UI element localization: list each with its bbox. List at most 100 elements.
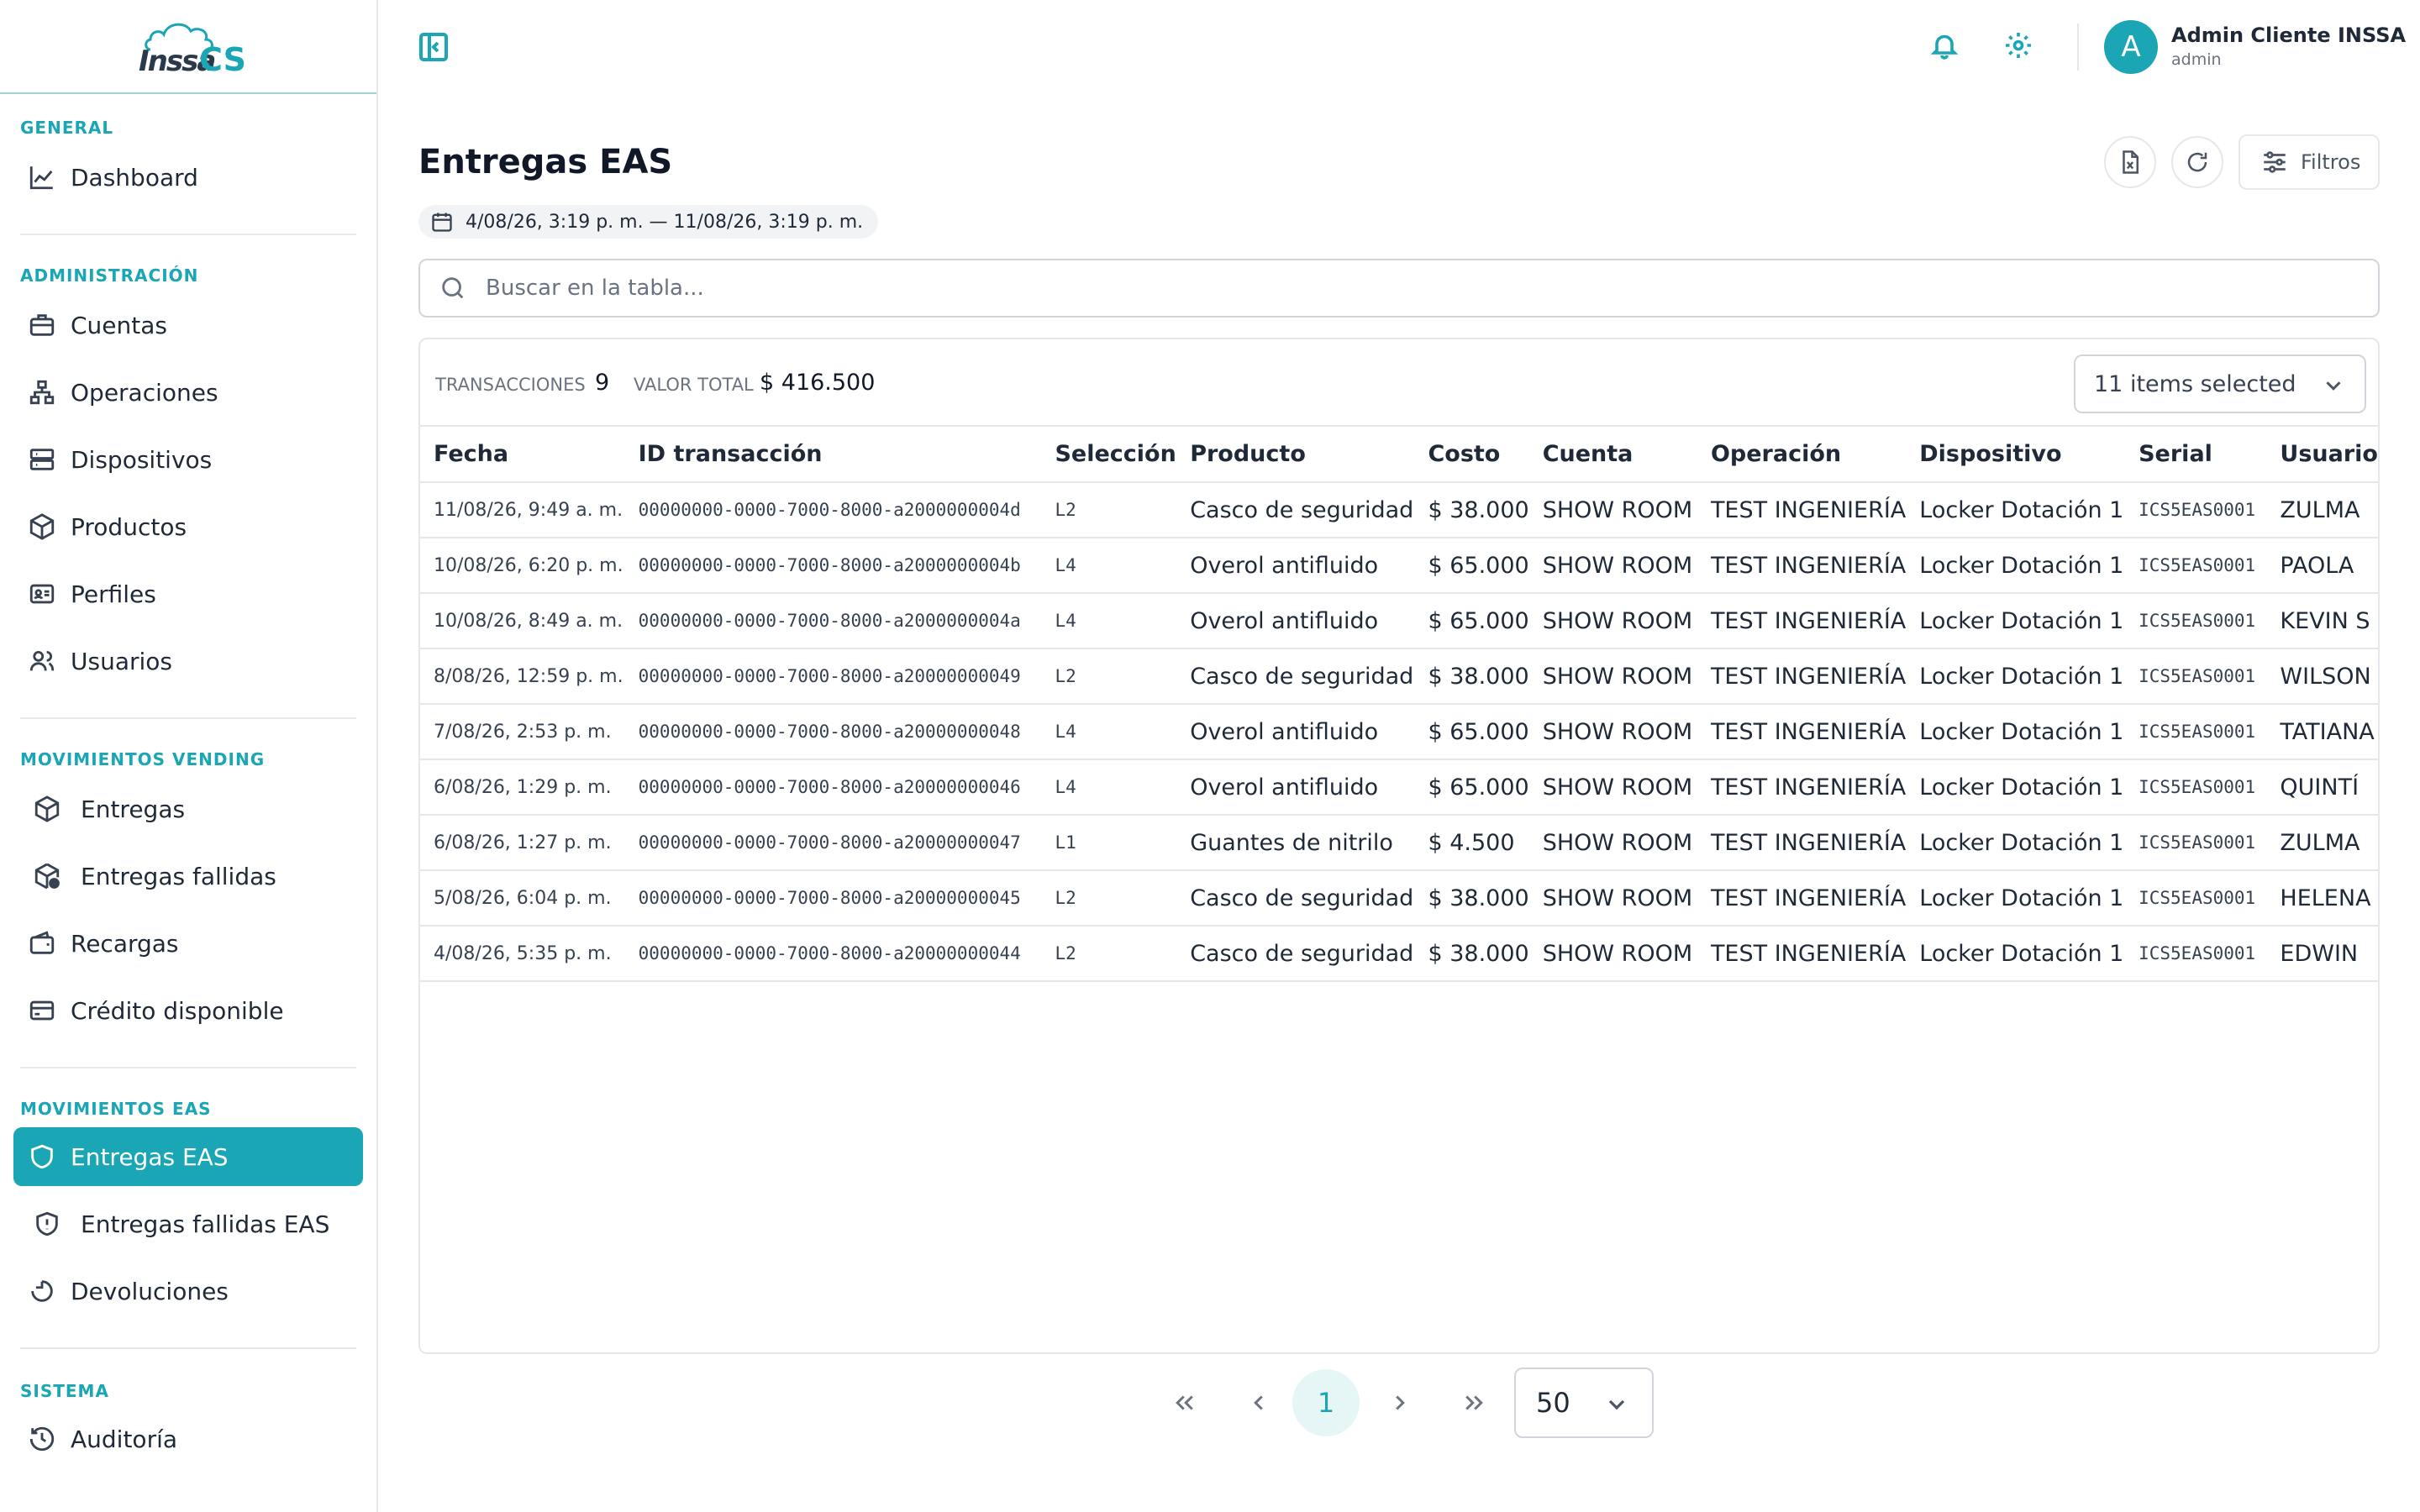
total-label: VALOR TOTAL <box>634 375 754 395</box>
sidebar-item-label: Entregas fallidas <box>81 862 276 890</box>
file-spreadsheet-icon <box>2123 150 2139 174</box>
table-row[interactable]: 10/08/26, 6:20 p. m. 00000000-0000-7000-8… <box>420 538 2378 594</box>
table-row[interactable]: 6/08/26, 1:29 p. m. 00000000-0000-7000-80… <box>420 759 2378 816</box>
column-header-dispositivo[interactable]: Dispositivo <box>1906 427 2126 483</box>
cell-costo: $ 65.000 <box>1414 759 1529 816</box>
chevron-right-icon <box>1396 1395 1405 1410</box>
sidebar-divider <box>20 1067 356 1068</box>
cell-cuenta: SHOW ROOM <box>1528 538 1697 594</box>
cell-dispositivo: Locker Dotación 1 <box>1906 926 2126 982</box>
cell-dispositivo: Locker Dotación 1 <box>1906 870 2126 927</box>
prev-page-button[interactable] <box>1225 1369 1292 1436</box>
cell-fecha: 10/08/26, 6:20 p. m. <box>420 538 625 594</box>
cell-usuario: KEVIN S <box>2266 593 2378 649</box>
sidebar-item-productos[interactable]: Productos <box>13 497 363 556</box>
cell-serial: ICS5EAS0001 <box>2125 704 2267 760</box>
columns-multiselect[interactable]: 11 items selected <box>2074 354 2366 413</box>
cell-costo: $ 4.500 <box>1414 815 1529 871</box>
column-header-id[interactable]: ID transacción <box>624 427 1042 483</box>
sidebar-item-cuentas[interactable]: Cuentas <box>13 296 363 354</box>
table-row[interactable]: 7/08/26, 2:53 p. m. 00000000-0000-7000-80… <box>420 704 2378 760</box>
cell-cuenta: SHOW ROOM <box>1528 870 1697 927</box>
cell-usuario: QUINTÍ <box>2266 759 2378 816</box>
cell-seleccion: L4 <box>1041 759 1177 816</box>
column-header-fecha[interactable]: Fecha <box>420 427 625 483</box>
app-logo[interactable]: Inssa CS <box>134 16 246 78</box>
cell-usuario: HELENA <box>2266 870 2378 927</box>
export-excel-button[interactable] <box>2104 136 2156 188</box>
cell-usuario: EDWIN <box>2266 926 2378 982</box>
last-page-button[interactable] <box>1440 1369 1507 1436</box>
cell-seleccion: L4 <box>1041 704 1177 760</box>
sidebar-item-recargas[interactable]: Recargas <box>13 914 363 973</box>
sidebar-item-dispositivos[interactable]: Dispositivos <box>13 430 363 489</box>
sidebar-item-label: Dispositivos <box>71 445 213 474</box>
sidebar-item-label: Perfiles <box>71 580 156 608</box>
table-row[interactable]: 4/08/26, 5:35 p. m. 00000000-0000-7000-80… <box>420 926 2378 982</box>
column-header-serial[interactable]: Serial <box>2125 427 2267 483</box>
column-header-producto[interactable]: Producto <box>1176 427 1415 483</box>
next-page-button[interactable] <box>1366 1369 1434 1436</box>
cell-serial: ICS5EAS0001 <box>2125 926 2267 982</box>
calendar-icon <box>432 213 452 232</box>
sidebar-item-auditoria[interactable]: Auditoría <box>13 1410 363 1468</box>
cell-dispositivo: Locker Dotación 1 <box>1906 759 2126 816</box>
sidebar-item-label: Productos <box>71 512 187 541</box>
table-row[interactable]: 10/08/26, 8:49 a. m. 00000000-0000-7000-8… <box>420 593 2378 649</box>
page-number-button[interactable]: 1 <box>1292 1369 1360 1436</box>
sidebar-item-entregas-fallidas-eas[interactable]: Entregas fallidas EAS <box>13 1194 363 1253</box>
sidebar-item-usuarios[interactable]: Usuarios <box>13 632 363 690</box>
date-range-text: 4/08/26, 3:19 p. m. — 11/08/26, 3:19 p. … <box>466 211 864 233</box>
sidebar-item-dashboard[interactable]: Dashboard <box>13 148 363 207</box>
user-name: Admin Cliente INSSA <box>2171 24 2407 47</box>
package-alert-icon <box>30 859 64 893</box>
cell-usuario: TATIANA <box>2266 704 2378 760</box>
page-size-select[interactable]: 50 <box>1514 1368 1654 1438</box>
cell-serial: ICS5EAS0001 <box>2125 482 2267 538</box>
column-header-seleccion[interactable]: Selección <box>1041 427 1177 483</box>
cell-seleccion: L4 <box>1041 538 1177 594</box>
first-page-button[interactable] <box>1151 1369 1218 1436</box>
sidebar-item-label: Dashboard <box>71 163 198 192</box>
sidebar-item-entregas-eas[interactable]: Entregas EAS <box>13 1127 363 1186</box>
sidebar-item-label: Cuentas <box>71 311 167 339</box>
sidebar-item-perfiles[interactable]: Perfiles <box>13 564 363 623</box>
sidebar-item-credito[interactable]: Crédito disponible <box>13 981 363 1040</box>
table-body: 11/08/26, 9:49 a. m. 00000000-0000-7000-8… <box>420 482 2378 982</box>
settings-button[interactable] <box>2003 30 2037 64</box>
column-header-usuario[interactable]: Usuario <box>2266 427 2378 483</box>
table-row[interactable]: 11/08/26, 9:49 a. m. 00000000-0000-7000-8… <box>420 482 2378 538</box>
date-range-chip[interactable]: 4/08/26, 3:19 p. m. — 11/08/26, 3:19 p. … <box>418 205 879 239</box>
search-input[interactable] <box>486 276 2334 301</box>
cell-dispositivo: Locker Dotación 1 <box>1906 482 2126 538</box>
cell-dispositivo: Locker Dotación 1 <box>1906 648 2126 705</box>
table-row[interactable]: 5/08/26, 6:04 p. m. 00000000-0000-7000-80… <box>420 870 2378 927</box>
sidebar-item-devoluciones[interactable]: Devoluciones <box>13 1262 363 1320</box>
table-header-row: Fecha ID transacción Selección Producto … <box>420 427 2378 483</box>
sidebar-item-operaciones[interactable]: Operaciones <box>13 363 363 422</box>
sidebar-item-label: Recargas <box>71 929 179 958</box>
history-icon <box>25 1422 59 1456</box>
cell-id: 00000000-0000-7000-8000-a2000000004b <box>624 538 1042 594</box>
table-row[interactable]: 6/08/26, 1:27 p. m. 00000000-0000-7000-80… <box>420 815 2378 871</box>
avatar[interactable]: A <box>2104 20 2158 74</box>
users-icon <box>25 644 59 678</box>
logo-suffix: CS <box>199 41 246 78</box>
refresh-button[interactable] <box>2171 136 2223 188</box>
filters-button[interactable]: Filtros <box>2238 134 2380 190</box>
table-row[interactable]: 8/08/26, 12:59 p. m. 00000000-0000-7000-8… <box>420 648 2378 705</box>
sidebar-divider <box>20 234 356 235</box>
sidebar-item-entregas-fallidas[interactable]: Entregas fallidas <box>13 847 363 906</box>
column-header-cuenta[interactable]: Cuenta <box>1528 427 1697 483</box>
sidebar-toggle-button[interactable] <box>417 30 454 67</box>
search-icon <box>442 277 464 299</box>
notifications-button[interactable] <box>1929 30 1963 64</box>
cell-seleccion: L2 <box>1041 482 1177 538</box>
table-card: TRANSACCIONES 9 VALOR TOTAL $ 416.500 11… <box>418 338 2380 1354</box>
column-header-operacion[interactable]: Operación <box>1697 427 1907 483</box>
sidebar-item-entregas[interactable]: Entregas <box>13 780 363 838</box>
credit-card-icon <box>25 994 59 1027</box>
cell-fecha: 10/08/26, 8:49 a. m. <box>420 593 625 649</box>
header-separator <box>2077 24 2079 71</box>
column-header-costo[interactable]: Costo <box>1414 427 1529 483</box>
